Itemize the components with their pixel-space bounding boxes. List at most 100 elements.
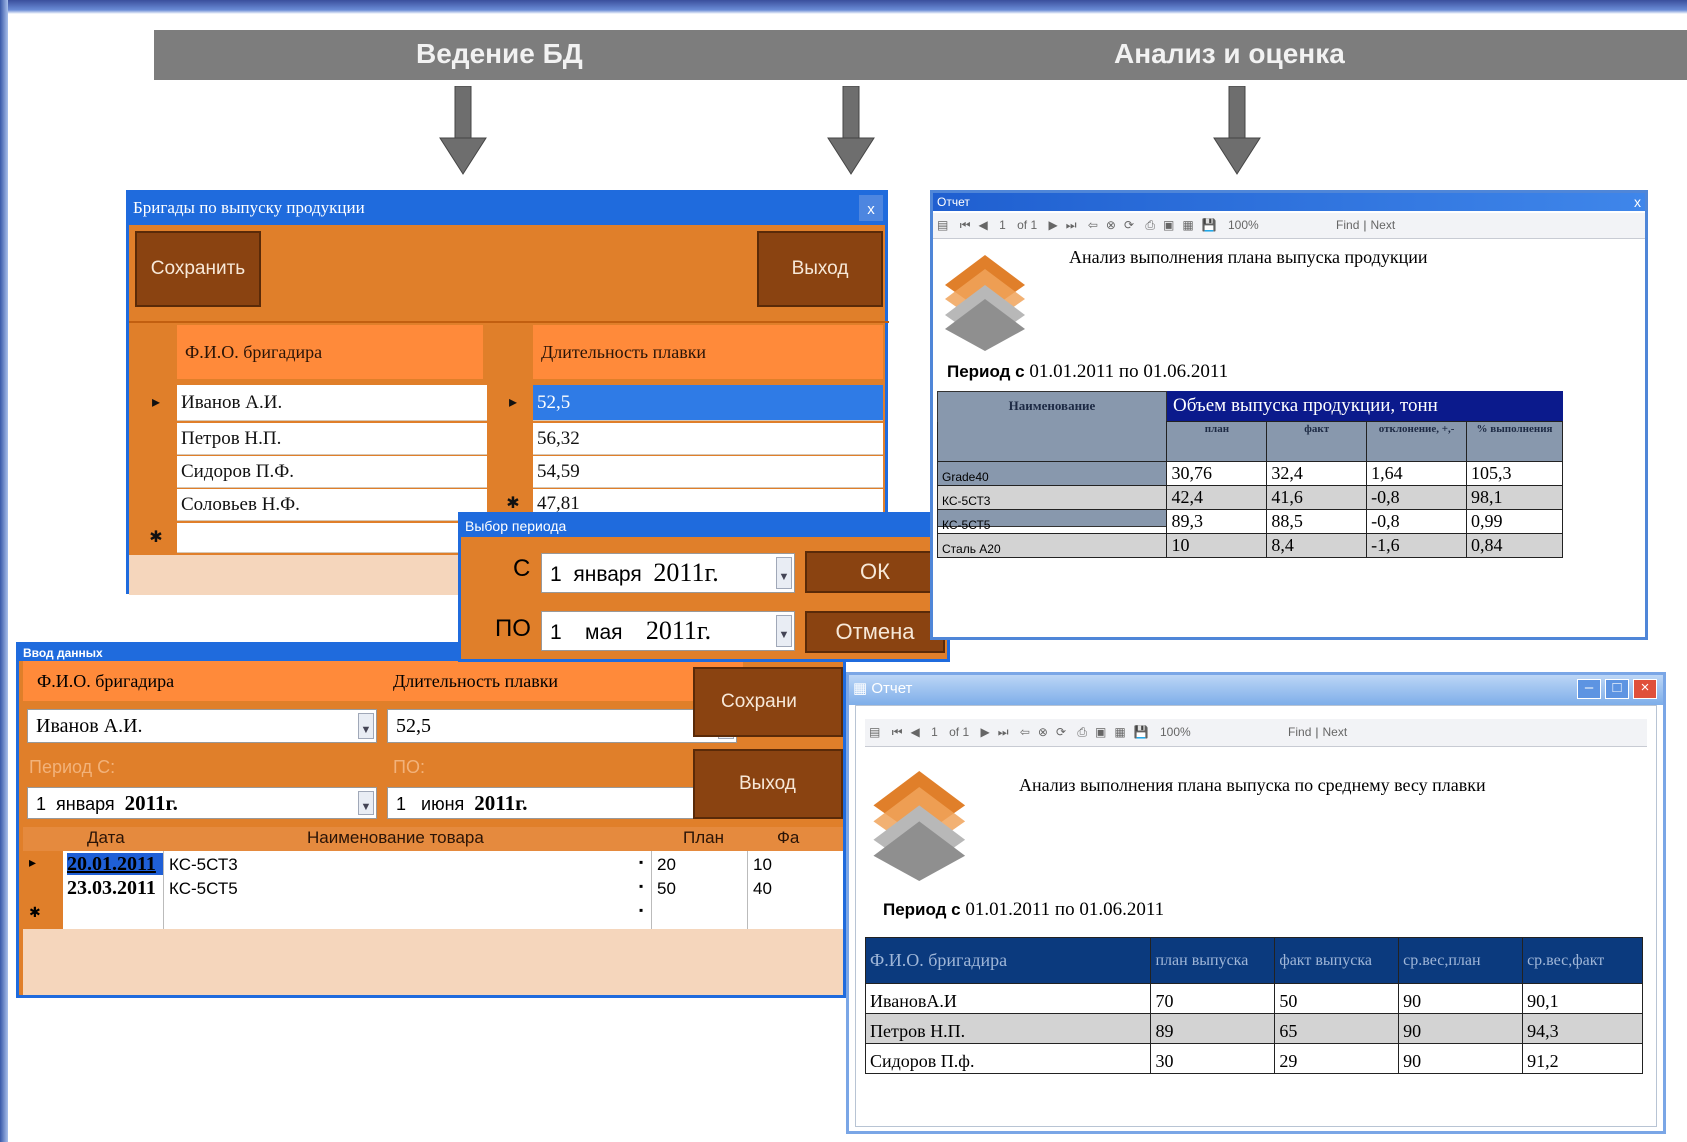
ok-button[interactable]: ОК bbox=[805, 551, 945, 593]
table-row: КС-5СТ5 89,3 88,5 -0,8 0,99 bbox=[936, 509, 1563, 534]
grid-header-name[interactable]: Ф.И.О. бригадира bbox=[177, 325, 483, 379]
close-icon[interactable]: x bbox=[859, 195, 883, 221]
period-to-select[interactable]: 1 июня 2011г. ▼ bbox=[387, 787, 737, 819]
grid-header-duration[interactable]: Длительность плавки bbox=[533, 325, 883, 379]
chevron-down-icon[interactable]: ▼ bbox=[776, 615, 792, 647]
grid-cell-name[interactable]: Сидоров П.Ф. bbox=[177, 456, 487, 488]
stop-icon[interactable]: ⊗ bbox=[1106, 213, 1116, 237]
header-plan: план выпуска bbox=[1150, 937, 1276, 984]
company-logo bbox=[945, 255, 1025, 351]
prev-page-icon[interactable]: ◀ bbox=[911, 719, 920, 745]
label-from: С bbox=[513, 555, 531, 582]
close-icon[interactable]: x bbox=[1634, 193, 1641, 211]
dropdown-icon[interactable]: ▪ bbox=[639, 879, 643, 894]
grid-cell-duration[interactable]: 54,59 bbox=[533, 456, 883, 488]
cell-percent: 0,99 bbox=[1466, 509, 1563, 534]
dropdown-icon[interactable]: ▪ bbox=[639, 855, 643, 870]
data-entry-title: Ввод данных bbox=[23, 646, 103, 660]
chevron-down-icon[interactable]: ▼ bbox=[358, 713, 374, 739]
grid-header-fact[interactable]: Фа bbox=[777, 828, 799, 848]
chevron-down-icon[interactable]: ▼ bbox=[776, 557, 792, 589]
cell-name: ИвановА.И bbox=[864, 983, 1152, 1014]
find-link[interactable]: Find bbox=[1336, 213, 1359, 237]
month-value: мая bbox=[585, 621, 623, 644]
next-page-icon[interactable]: ▶ bbox=[1048, 213, 1057, 237]
grid-header-date[interactable]: Дата bbox=[87, 828, 125, 848]
next-page-icon[interactable]: ▶ bbox=[980, 719, 989, 745]
grid-cell-empty[interactable] bbox=[177, 523, 487, 553]
grid-cell-duration-selected[interactable]: 52,5 bbox=[533, 385, 883, 421]
last-page-icon[interactable]: ⏭ bbox=[998, 719, 1009, 745]
save-button[interactable]: Сохрани bbox=[693, 667, 843, 737]
grid-cell-plan[interactable]: 20 bbox=[657, 855, 676, 875]
layout-icon[interactable]: ▤ bbox=[869, 719, 880, 745]
print-layout-icon[interactable]: ▣ bbox=[1095, 719, 1106, 745]
print-layout-icon[interactable]: ▣ bbox=[1163, 213, 1174, 237]
grid-footer bbox=[23, 929, 843, 995]
next-link[interactable]: Next bbox=[1371, 213, 1396, 237]
chevron-down-icon[interactable]: ▼ bbox=[358, 791, 374, 815]
first-page-icon[interactable]: ⏮ bbox=[892, 719, 903, 745]
year-value: 2011г. bbox=[474, 791, 528, 815]
window-icon: ▦ bbox=[853, 680, 868, 697]
page-setup-icon[interactable]: ▦ bbox=[1114, 719, 1125, 745]
grid-cell-date[interactable]: 23.03.2011 bbox=[67, 877, 156, 900]
last-page-icon[interactable]: ⏭ bbox=[1066, 213, 1077, 237]
period-from-date[interactable]: 1 января 2011г. ▼ bbox=[541, 553, 795, 593]
grid-cell-name[interactable]: Соловьев Н.Ф. bbox=[177, 489, 487, 521]
minimize-icon[interactable]: – bbox=[1577, 679, 1601, 699]
name-select[interactable]: Иванов А.И. ▼ bbox=[27, 709, 377, 743]
grid-cell-name[interactable]: Петров Н.П. bbox=[177, 423, 487, 455]
stop-icon[interactable]: ⊗ bbox=[1038, 719, 1048, 745]
name-select-value: Иванов А.И. bbox=[36, 715, 143, 737]
grid-header-plan[interactable]: План bbox=[683, 828, 724, 848]
grid-cell-plan[interactable]: 50 bbox=[657, 879, 676, 899]
dropdown-icon[interactable]: ▪ bbox=[639, 903, 643, 918]
subheader-fact: факт bbox=[1266, 421, 1368, 462]
header-fact: факт выпуска bbox=[1274, 937, 1400, 984]
page-number[interactable]: 1 bbox=[999, 213, 1006, 237]
period-value: 01.01.2011 по 01.06.2011 bbox=[1029, 361, 1229, 382]
grid-cell-product[interactable]: КС-5СТ3 bbox=[169, 855, 238, 875]
duration-select[interactable]: 52,5▼ bbox=[387, 709, 737, 743]
report1-toolbar: ▤ ⏮ ◀ 1 of 1 ▶ ⏭ ⇦ ⊗ ⟳ ⎙ ▣ ▦ 💾 100% Find | Next bbox=[933, 213, 1645, 239]
period-to-date[interactable]: 1 мая 2011г. ▼ bbox=[541, 611, 795, 651]
refresh-icon[interactable]: ⟳ bbox=[1056, 719, 1066, 745]
grid-header-product[interactable]: Наименование товара bbox=[307, 828, 484, 848]
grid-cell-fact[interactable]: 10 bbox=[753, 855, 772, 875]
period-from-select[interactable]: 1 января 2011г. ▼ bbox=[27, 787, 377, 819]
print-icon[interactable]: ⎙ bbox=[1077, 719, 1087, 745]
refresh-icon[interactable]: ⟳ bbox=[1124, 213, 1134, 237]
cell-name: Сталь А20 bbox=[936, 533, 1168, 558]
next-link[interactable]: Next bbox=[1323, 719, 1348, 745]
layout-icon[interactable]: ▤ bbox=[937, 213, 948, 237]
back-icon[interactable]: ⇦ bbox=[1088, 213, 1098, 237]
maximize-icon[interactable]: □ bbox=[1605, 679, 1629, 699]
save-button[interactable]: Сохранить bbox=[135, 231, 261, 307]
exit-button[interactable]: Выход bbox=[693, 749, 843, 819]
report1-title: Отчет bbox=[937, 195, 970, 209]
zoom-select[interactable]: 100% bbox=[1160, 719, 1191, 745]
page-number[interactable]: 1 bbox=[931, 719, 938, 745]
print-icon[interactable]: ⎙ bbox=[1145, 213, 1155, 237]
grid-cell-date-selected[interactable]: 20.01.2011 bbox=[67, 853, 163, 875]
prev-page-icon[interactable]: ◀ bbox=[979, 213, 988, 237]
page-setup-icon[interactable]: ▦ bbox=[1182, 213, 1193, 237]
save-icon[interactable]: 💾 bbox=[1202, 213, 1217, 237]
first-page-icon[interactable]: ⏮ bbox=[960, 213, 971, 237]
close-icon[interactable]: × bbox=[1633, 679, 1657, 699]
cell-avg-plan: 90 bbox=[1398, 983, 1524, 1014]
grid-cell-product[interactable]: КС-5СТ5 bbox=[169, 879, 238, 899]
exit-button[interactable]: Выход bbox=[757, 231, 883, 307]
report1-titlebar: Отчет x bbox=[933, 193, 1645, 211]
grid-cell-duration[interactable]: 56,32 bbox=[533, 423, 883, 455]
find-link[interactable]: Find bbox=[1288, 719, 1311, 745]
save-icon[interactable]: 💾 bbox=[1134, 719, 1149, 745]
grid-cell-name[interactable]: Иванов А.И. bbox=[177, 385, 487, 421]
cancel-button[interactable]: Отмена bbox=[805, 611, 945, 653]
grid-cell-fact[interactable]: 40 bbox=[753, 879, 772, 899]
period-dialog-title: Выбор периода bbox=[465, 518, 567, 534]
period-dialog: Выбор периода С ПО 1 января 2011г. ▼ 1 м… bbox=[458, 512, 950, 662]
back-icon[interactable]: ⇦ bbox=[1020, 719, 1030, 745]
zoom-select[interactable]: 100% bbox=[1228, 213, 1259, 237]
